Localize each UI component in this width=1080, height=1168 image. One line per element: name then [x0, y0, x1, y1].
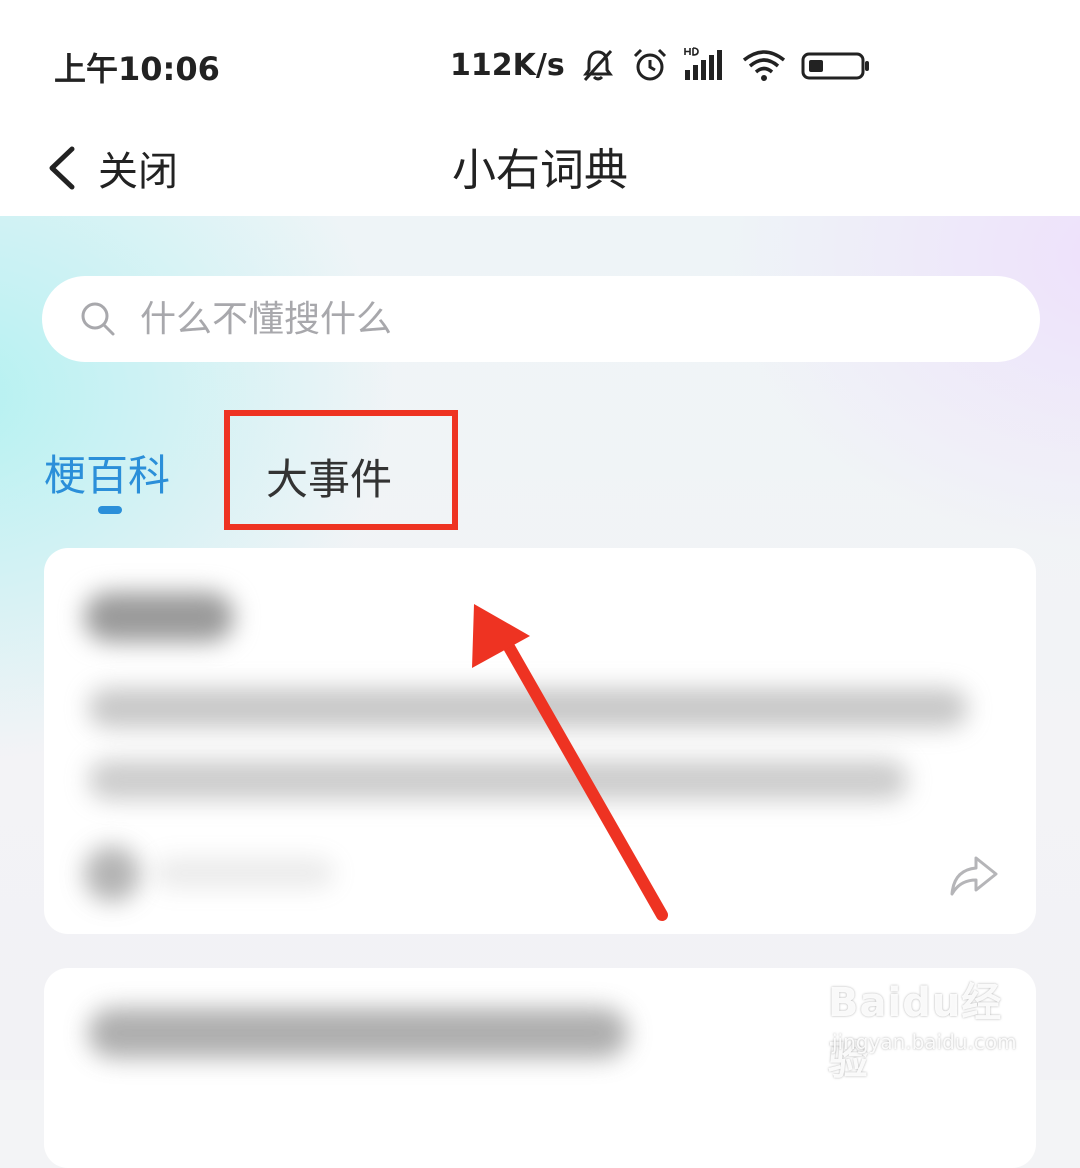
blurred-text-line	[88, 1008, 628, 1058]
search-input[interactable]	[138, 297, 962, 341]
active-tab-indicator	[98, 506, 122, 514]
status-icons: 112K/s	[450, 40, 871, 90]
watermark-url: jingyan.baidu.com	[832, 1030, 1017, 1054]
share-icon[interactable]	[946, 848, 1000, 902]
battery-icon	[801, 52, 869, 80]
alarm-clock-icon	[633, 48, 666, 81]
status-bar: 上午10:06 112K/s	[0, 0, 1080, 120]
search-bar[interactable]	[42, 276, 1040, 362]
blurred-text-line	[88, 760, 908, 800]
wifi-icon	[742, 50, 785, 81]
baidu-jingyan-watermark: Baidu经验 jingyan.baidu.com	[826, 958, 1026, 1084]
annotation-highlight-box	[224, 410, 458, 530]
content-card[interactable]	[44, 548, 1036, 934]
tab-meme-wiki[interactable]: 梗百科	[44, 442, 170, 503]
blurred-author	[154, 858, 334, 888]
net-speed: 112K/s	[450, 47, 565, 83]
bell-muted-icon	[582, 49, 613, 82]
content-area: 梗百科 大事件 Baidu经验 jingyan.baidu.com	[0, 216, 1080, 1168]
status-time: 上午10:06	[54, 50, 220, 88]
page-title: 小右词典	[452, 145, 628, 196]
blurred-text-line	[88, 688, 968, 728]
watermark-logo: Baidu经验	[828, 980, 1003, 1084]
search-icon	[81, 302, 115, 336]
hd-signal-icon	[683, 47, 722, 80]
avatar	[84, 846, 140, 902]
blurred-title	[84, 592, 234, 642]
nav-bar: 关闭 小右词典	[0, 120, 1080, 216]
